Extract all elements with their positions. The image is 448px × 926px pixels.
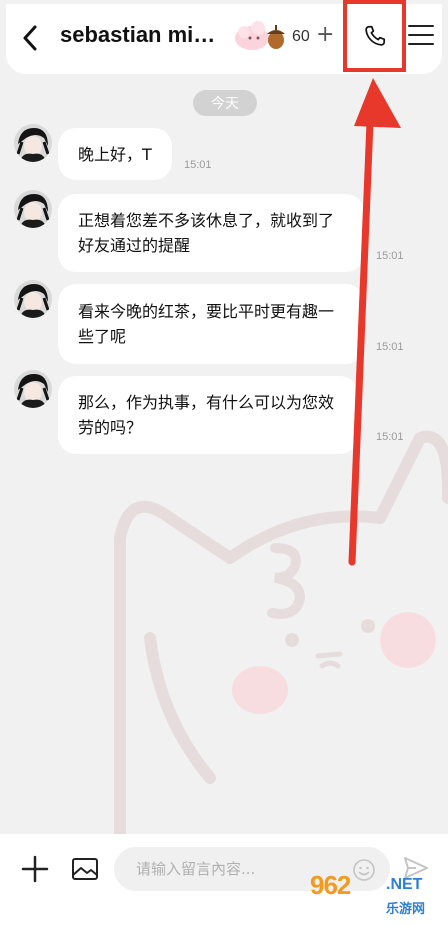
call-button[interactable] xyxy=(343,0,406,72)
cat-background-illustration xyxy=(114,430,448,834)
avatar[interactable] xyxy=(14,190,52,228)
watermark-net: .NET xyxy=(386,876,423,893)
site-watermark: 962 .NET 乐游网 xyxy=(310,870,446,924)
message-time: 15:01 xyxy=(376,341,404,353)
message-time: 15:01 xyxy=(376,250,404,262)
menu-line xyxy=(408,25,434,27)
chat-area[interactable]: 今天 晚上好，T 15:01 正想着您差不多该休息了，就收到了好友通过的提醒 1… xyxy=(0,78,448,834)
date-divider: 今天 xyxy=(193,90,257,116)
sebastian-avatar-icon xyxy=(14,280,52,318)
avatar[interactable] xyxy=(14,280,52,318)
menu-line xyxy=(408,34,434,36)
plus-icon[interactable] xyxy=(20,854,50,884)
sebastian-avatar-icon xyxy=(14,124,52,162)
avatar[interactable] xyxy=(14,124,52,162)
message-time: 15:01 xyxy=(184,159,212,171)
chat-header: sebastian mi… 60 + xyxy=(0,0,448,78)
sebastian-avatar-icon xyxy=(14,370,52,408)
message-bubble[interactable]: 晚上好，T xyxy=(58,128,172,180)
image-icon[interactable] xyxy=(70,854,100,884)
sebastian-avatar-icon xyxy=(14,190,52,228)
menu-button[interactable] xyxy=(408,22,434,48)
pet-acorn-icon[interactable] xyxy=(232,14,288,54)
message-text: 正想着您差不多该休息了，就收到了好友通过的提醒 xyxy=(78,211,335,255)
back-button[interactable] xyxy=(14,20,46,56)
avatar[interactable] xyxy=(14,370,52,408)
message-text: 晚上好，T xyxy=(78,144,152,164)
phone-icon xyxy=(364,25,385,46)
watermark-logo: 962 xyxy=(310,870,351,900)
message-bubble[interactable]: 看来今晚的红茶，要比平时更有趣一些了呢 xyxy=(58,284,364,364)
message-bubble[interactable]: 正想着您差不多该休息了，就收到了好友通过的提醒 xyxy=(58,194,364,272)
message-text: 看来今晚的红茶，要比平时更有趣一些了呢 xyxy=(78,302,335,346)
points-count: 60 xyxy=(292,28,310,45)
chat-title[interactable]: sebastian mi… xyxy=(60,22,215,48)
chevron-left-icon xyxy=(23,25,37,51)
menu-line xyxy=(408,43,434,45)
add-points-button[interactable]: + xyxy=(316,24,334,46)
watermark-sub: 乐游网 xyxy=(386,902,426,917)
message-text: 那么，作为执事，有什么可以为您效劳的吗？ xyxy=(78,393,335,437)
message-bubble[interactable]: 那么，作为执事，有什么可以为您效劳的吗？ xyxy=(58,376,358,454)
message-time: 15:01 xyxy=(376,431,404,443)
